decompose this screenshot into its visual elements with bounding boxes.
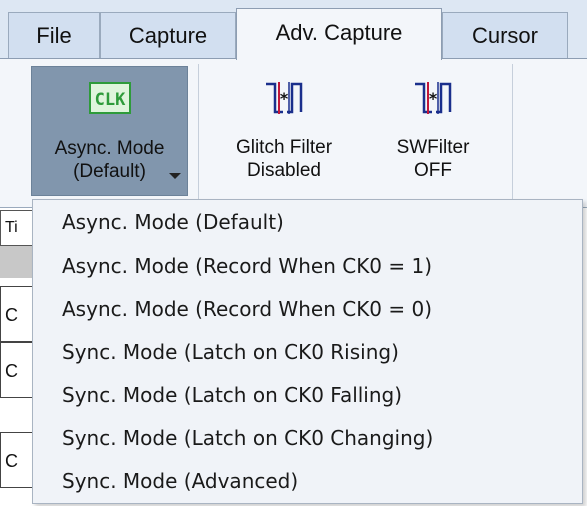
menu-item-async-record-ck0-1[interactable]: Async. Mode (Record When CK0 = 1) <box>33 246 582 286</box>
swfilter-button[interactable]: * SWFilter OFF <box>370 66 496 196</box>
filter-pulse-icon: * <box>415 82 452 114</box>
menu-item-async-default[interactable]: Async. Mode (Default) <box>33 202 582 242</box>
svg-text:*: * <box>429 89 438 108</box>
menu-item-sync-advanced[interactable]: Sync. Mode (Advanced) <box>33 461 582 501</box>
menu-item-sync-changing[interactable]: Sync. Mode (Latch on CK0 Changing) <box>33 418 582 458</box>
tab-cursor[interactable]: Cursor <box>442 12 568 58</box>
ribbon-separator <box>512 64 513 200</box>
glitch-filter-button[interactable]: * Glitch Filter Disabled <box>214 66 354 196</box>
ribbon-separator <box>198 64 199 200</box>
swfilter-label: SWFilter OFF <box>396 137 470 181</box>
tab-capture[interactable]: Capture <box>100 12 236 58</box>
async-mode-label: Async. Mode (Default) <box>54 138 165 182</box>
clk-icon: CLK <box>88 82 131 114</box>
async-mode-button[interactable]: CLK Async. Mode (Default) <box>31 66 188 196</box>
filter-pulse-icon: * <box>266 82 303 114</box>
svg-text:*: * <box>280 89 289 108</box>
menu-item-sync-rising[interactable]: Sync. Mode (Latch on CK0 Rising) <box>33 332 582 372</box>
chevron-down-icon <box>169 173 181 179</box>
svg-text:CLK: CLK <box>94 90 125 110</box>
tab-file[interactable]: File <box>8 12 100 58</box>
menu-item-sync-falling[interactable]: Sync. Mode (Latch on CK0 Falling) <box>33 375 582 415</box>
glitch-filter-label: Glitch Filter Disabled <box>235 137 333 181</box>
tab-adv-capture[interactable]: Adv. Capture <box>236 8 442 60</box>
async-mode-dropdown-menu: Async. Mode (Default) Async. Mode (Recor… <box>32 199 583 504</box>
ribbon-tab-strip: File Capture Adv. Capture Cursor <box>0 0 587 60</box>
menu-item-async-record-ck0-0[interactable]: Async. Mode (Record When CK0 = 0) <box>33 289 582 329</box>
